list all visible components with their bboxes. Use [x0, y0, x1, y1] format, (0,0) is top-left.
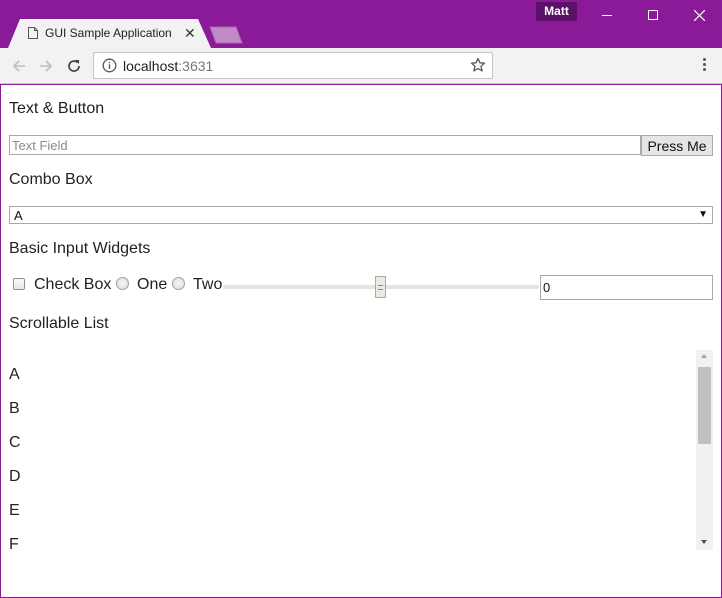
- slider-handle[interactable]: [375, 276, 386, 298]
- list-scrollbar[interactable]: [696, 350, 713, 550]
- check-box[interactable]: [13, 278, 25, 290]
- radio-two-label: Two: [193, 276, 223, 293]
- menu-dots-icon[interactable]: [698, 58, 710, 74]
- tab-close-icon[interactable]: ✕: [184, 26, 196, 40]
- browser-toolbar: localhost:3631: [0, 48, 722, 84]
- radio-one[interactable]: [116, 277, 129, 290]
- document-icon: [28, 27, 38, 39]
- profile-badge[interactable]: Matt: [536, 2, 577, 21]
- scrollbar-thumb[interactable]: [698, 367, 711, 444]
- number-field[interactable]: [540, 275, 713, 300]
- press-me-button[interactable]: Press Me: [641, 135, 713, 156]
- list-item[interactable]: F: [9, 536, 19, 554]
- combo-selected-value: A: [14, 208, 23, 223]
- back-button[interactable]: [9, 56, 29, 76]
- heading-combo-box: Combo Box: [9, 171, 93, 188]
- browser-tab-active[interactable]: GUI Sample Application ✕: [8, 18, 212, 48]
- forward-button[interactable]: [36, 56, 56, 76]
- combo-box[interactable]: A ▼: [9, 206, 713, 224]
- url-port: :3631: [178, 58, 214, 74]
- info-icon[interactable]: [102, 58, 117, 73]
- reload-button[interactable]: [64, 56, 84, 76]
- star-icon[interactable]: [470, 57, 486, 73]
- new-tab-button[interactable]: [208, 26, 244, 44]
- scroll-up-arrow-icon[interactable]: [701, 354, 707, 358]
- url-text: localhost:3631: [123, 58, 213, 74]
- maximize-icon: [648, 10, 658, 20]
- close-window-button[interactable]: [676, 0, 722, 30]
- back-arrow-icon: [12, 60, 25, 72]
- address-bar[interactable]: localhost:3631: [93, 52, 493, 79]
- maximize-button[interactable]: [630, 0, 676, 30]
- forward-arrow-icon: [40, 60, 53, 72]
- list-item[interactable]: E: [9, 502, 20, 520]
- scrollable-list[interactable]: A B C D E F: [9, 351, 689, 554]
- check-box-label: Check Box: [34, 276, 112, 293]
- radio-one-label: One: [137, 276, 168, 293]
- heading-scrollable-list: Scrollable List: [9, 315, 109, 332]
- list-item[interactable]: B: [9, 400, 20, 418]
- list-item[interactable]: A: [9, 366, 20, 384]
- chevron-down-icon: ▼: [698, 209, 708, 220]
- page-content: Text & Button Press Me Combo Box A ▼ Bas…: [1, 85, 721, 597]
- url-host: localhost: [123, 58, 179, 74]
- minimize-button[interactable]: [584, 0, 630, 30]
- minimize-icon: [602, 14, 612, 16]
- close-icon: [693, 9, 705, 21]
- reload-icon: [68, 60, 80, 72]
- text-field[interactable]: [9, 135, 641, 155]
- grip-icon: [378, 284, 383, 290]
- heading-text-button: Text & Button: [9, 100, 105, 117]
- window-titlebar: Matt GUI Sample Application ✕: [0, 0, 722, 48]
- radio-two[interactable]: [172, 277, 185, 290]
- list-item[interactable]: C: [9, 434, 21, 452]
- scroll-down-arrow-icon[interactable]: [701, 540, 707, 544]
- list-item[interactable]: D: [9, 468, 21, 486]
- tab-title: GUI Sample Application: [45, 26, 172, 40]
- heading-basic-input: Basic Input Widgets: [9, 240, 151, 257]
